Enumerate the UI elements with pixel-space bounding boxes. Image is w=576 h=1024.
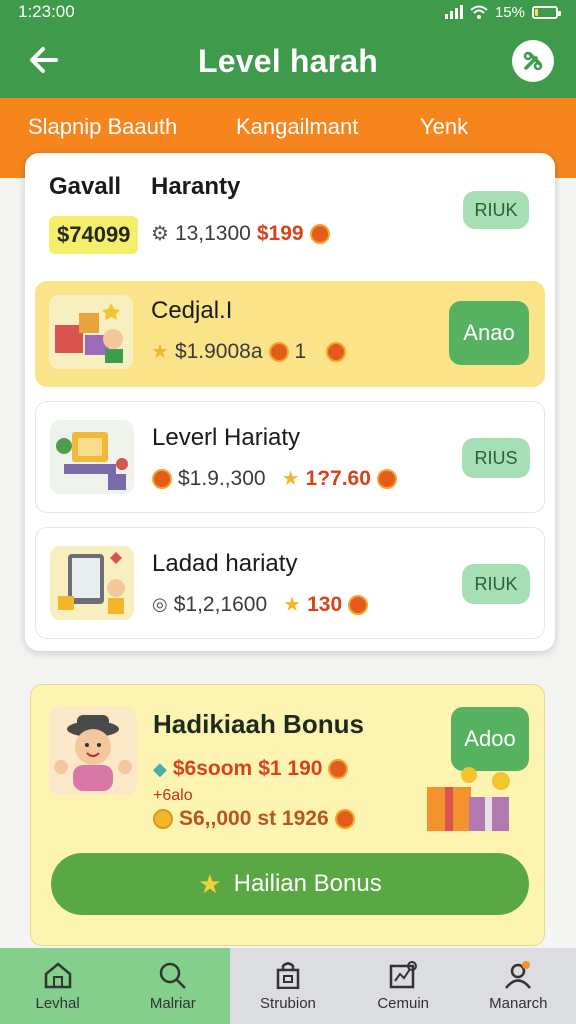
list-item-2[interactable]: Leverl Hariaty $1.9.,300 ★ 1?7.60 RIUS (35, 401, 545, 513)
item-title: Cedjal.I (151, 297, 233, 324)
signal-icon (444, 5, 463, 19)
tablet-thumbnail-icon (50, 546, 134, 620)
summary-button[interactable]: RIUK (463, 191, 529, 229)
item-action-button[interactable]: Anao (449, 301, 529, 365)
summary-price: $199 (256, 221, 304, 245)
battery-icon (532, 5, 561, 19)
claim-bonus-label: Hailian Bonus (233, 870, 382, 897)
tab-slapnip[interactable]: Slapnip Baauth (28, 114, 177, 140)
search-icon (159, 962, 186, 989)
item-stat: $1.9008a (174, 339, 263, 363)
item-value: 1?7.60 (305, 466, 371, 490)
summary-title-b: Haranty (151, 173, 241, 200)
gem-icon: ◆ (153, 758, 167, 779)
app-header: Level harah (0, 24, 576, 98)
bonus-line-2: S6,,000 st 1926 (153, 807, 355, 831)
star-icon: ★ (283, 594, 302, 616)
nav-item-malriar[interactable]: Malriar (115, 948, 231, 1024)
bottom-nav: Levhal Malriar Strubion Cemuin Manarch (0, 948, 576, 1024)
bonus-line2-amount: S6,,000 (179, 807, 252, 830)
list-item-3[interactable]: Ladad hariaty ◎ $1,2,1600 ★ 130 RIUK (35, 527, 545, 639)
arrow-left-icon (30, 47, 58, 73)
item-value: 130 (307, 592, 343, 616)
claim-bonus-button[interactable]: ★ Hailian Bonus (51, 853, 529, 915)
wifi-icon (470, 5, 488, 19)
chart-icon (389, 960, 418, 988)
bonus-line1-value: $1 190 (258, 757, 323, 780)
status-bar: 1:23:00 15% (0, 0, 576, 24)
coin-icon (309, 223, 330, 244)
coin-icon (376, 468, 397, 489)
coin-icon (334, 809, 355, 829)
star-icon: ★ (198, 868, 222, 899)
coin-icon (328, 759, 349, 779)
settings-icon: ⚙ (151, 223, 169, 245)
summary-stats: ⚙ 13,1300 $199 (151, 221, 330, 246)
item-stats: ◎ $1,2,1600 ★ 130 (152, 592, 369, 617)
summary-amount: $74099 (49, 216, 139, 254)
summary-row: Gavall Haranty $74099 ⚙ 13,1300 $199 RIU… (37, 163, 543, 268)
gold-coin-icon (153, 809, 173, 829)
wrench-icon (523, 51, 543, 71)
item-stats: $1.9.,300 ★ 1?7.60 (152, 466, 397, 491)
item-title: Leverl Hariaty (152, 424, 301, 451)
nav-item-strubion[interactable]: Strubion (230, 948, 345, 1024)
item-stat: $1,2,1600 (173, 592, 268, 616)
item-title: Ladad hariaty (152, 550, 298, 577)
bonus-line-1: ◆ $6soom $1 190 (153, 757, 349, 781)
star-icon: ★ (151, 341, 169, 363)
tools-button[interactable] (512, 40, 554, 82)
item-stats: ★ $1.9008a 1 (151, 339, 347, 364)
bonus-line1-amount: $6soom (172, 757, 253, 780)
bag-icon (276, 961, 300, 989)
coin-icon (348, 594, 369, 615)
nav-item-levhal[interactable]: Levhal (0, 948, 116, 1024)
summary-title-a: Gavall (49, 173, 122, 200)
coin-icon (326, 341, 347, 362)
nav-label: Strubion (260, 994, 316, 1012)
status-time: 1:23:00 (18, 2, 75, 21)
gift-coins-icon (423, 767, 523, 837)
location-icon: ◎ (152, 594, 168, 614)
coin-icon (268, 341, 289, 362)
home-icon (44, 961, 71, 988)
battery-percent: 15% (494, 3, 525, 21)
battery-level (535, 8, 538, 16)
status-icons: 15% (444, 3, 561, 21)
bonus-sub-label: +6alo (153, 787, 193, 804)
bonus-line2-value: st 1926 (257, 807, 329, 830)
page-title: Level harah (197, 42, 379, 79)
bonus-add-button[interactable]: Adoo (451, 707, 529, 771)
tab-kangailmant[interactable]: Kangailmant (236, 114, 358, 140)
item-action-button[interactable]: RIUK (462, 564, 530, 604)
gifts-thumbnail-icon (49, 295, 133, 369)
summary-stat: 13,1300 (174, 221, 251, 245)
nav-label: Manarch (489, 994, 548, 1012)
nav-label: Malriar (149, 994, 196, 1012)
item-action-button[interactable]: RIUS (462, 438, 530, 478)
item-stat: $1.9.,300 (178, 466, 266, 490)
item-value: 1 (294, 339, 307, 363)
level-list-card: Gavall Haranty $74099 ⚙ 13,1300 $199 RIU… (25, 153, 555, 651)
profile-icon (505, 960, 532, 989)
nav-label: Levhal (35, 994, 80, 1012)
bonus-title: Hadikiaah Bonus (153, 709, 364, 739)
back-button[interactable] (26, 42, 62, 78)
laptop-thumbnail-icon (50, 420, 134, 494)
list-item-1[interactable]: Cedjal.I ★ $1.9008a 1 Anao (35, 281, 545, 387)
nav-label: Cemuin (377, 994, 429, 1012)
coin-icon (152, 468, 172, 489)
bonus-card: Hadikiaah Bonus ◆ $6soom $1 190 +6alo S6… (30, 684, 545, 946)
character-avatar (49, 707, 137, 795)
nav-item-cemuin[interactable]: Cemuin (346, 948, 461, 1024)
tab-yenk[interactable]: Yenk (420, 114, 468, 140)
star-icon: ★ (281, 468, 300, 490)
nav-item-manarch[interactable]: Manarch (461, 948, 576, 1024)
